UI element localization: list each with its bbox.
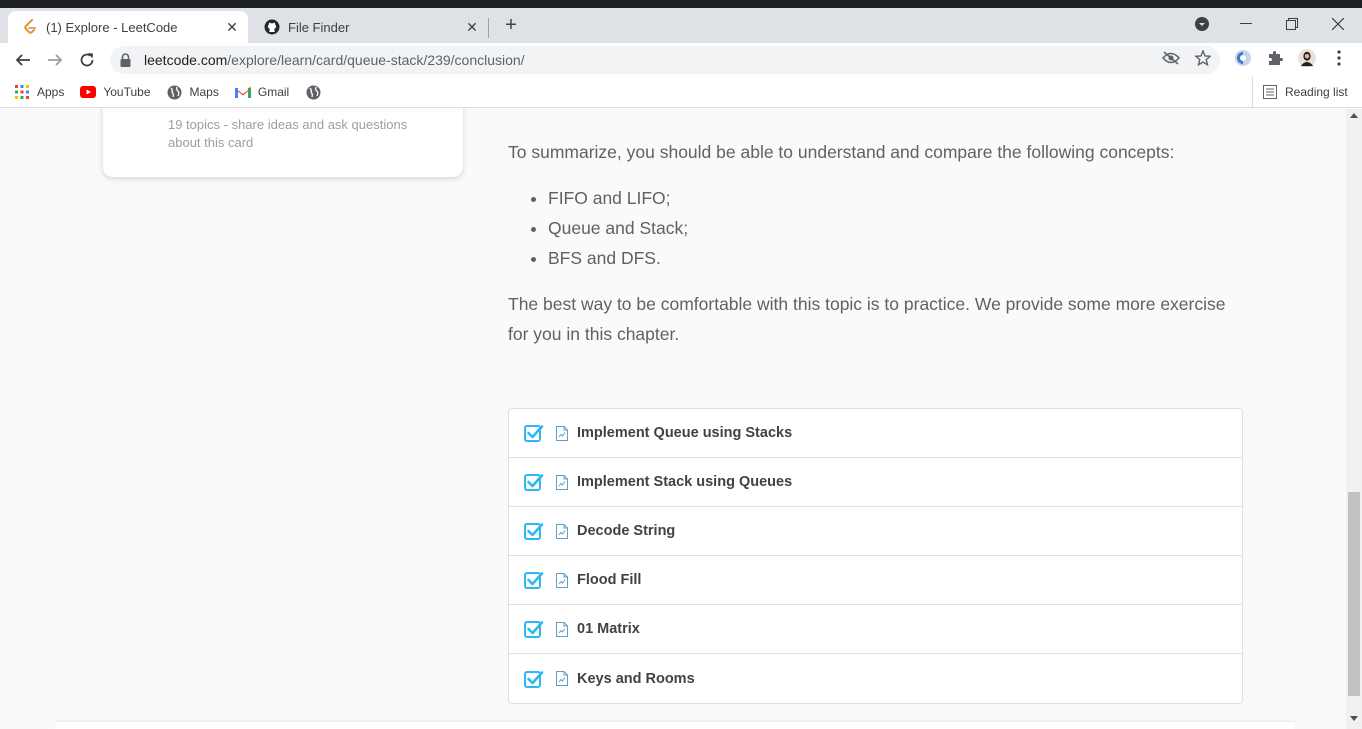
tab-title: File Finder [288,19,350,35]
problem-title: Implement Stack using Queues [577,474,793,490]
conclusion-text: To summarize, you should be able to unde… [508,137,1248,349]
problem-list: Implement Queue using Stacks Implement S… [508,408,1243,704]
document-icon [555,523,569,539]
document-icon [555,671,569,687]
footer-edge [55,722,1295,729]
page-scrollbar[interactable] [1346,109,1362,729]
problem-title: Decode String [577,523,676,539]
concept-list: FIFO and LIFO; Queue and Stack; BFS and … [548,183,1248,273]
browser-toolbar: leetcode.com/explore/learn/card/queue-st… [0,43,1362,77]
document-icon [555,621,569,637]
page-content: 19 topics - share ideas and ask question… [0,109,1346,729]
problem-title: Flood Fill [577,572,642,588]
problem-title: Keys and Rooms [577,670,695,687]
extension-icon[interactable] [1234,49,1252,67]
forward-arrow-icon[interactable] [43,48,67,72]
problem-row[interactable]: Keys and Rooms [509,654,1242,703]
list-item: Queue and Stack; [548,213,1248,243]
checked-checkbox-icon [524,521,544,541]
intro-paragraph: To summarize, you should be able to unde… [508,142,1175,162]
bookmarks-bar: Apps YouTube Maps Gmail Reading list [0,77,1362,108]
globe-icon [167,84,183,100]
tab-leetcode[interactable]: (1) Explore - LeetCode ✕ [8,11,248,43]
scrollbar-thumb[interactable] [1348,492,1360,696]
lock-icon [120,53,134,67]
scroll-down-arrow-icon[interactable] [1350,716,1358,721]
list-item: FIFO and LIFO; [548,183,1248,213]
tab-file-finder[interactable]: File Finder ✕ [250,11,488,43]
reading-list-button[interactable]: Reading list [1252,77,1348,107]
tab-title: (1) Explore - LeetCode [46,19,178,35]
apps-grid-icon [14,84,30,100]
bookmark-label: Gmail [257,85,290,99]
restore-icon[interactable] [1280,12,1304,36]
new-tab-button[interactable]: + [500,14,522,36]
address-bar[interactable]: leetcode.com/explore/learn/card/queue-st… [110,46,1220,74]
close-tab-icon[interactable]: ✕ [464,19,480,35]
problem-row[interactable]: Flood Fill [509,556,1242,605]
problem-row[interactable]: Decode String [509,507,1242,556]
list-item: BFS and DFS. [548,243,1248,273]
bookmark-globe[interactable] [305,84,328,100]
back-arrow-icon[interactable] [11,48,35,72]
eye-slash-icon[interactable] [1162,49,1180,67]
reload-icon[interactable] [75,48,99,72]
menu-kebab-icon[interactable] [1330,49,1348,67]
bookmark-youtube[interactable]: YouTube [80,84,151,100]
checked-checkbox-icon [524,570,544,590]
bookmark-label: YouTube [103,85,151,99]
problem-row[interactable]: Implement Queue using Stacks [509,409,1242,458]
tab-strip: (1) Explore - LeetCode ✕ File Finder ✕ + [0,0,1362,43]
document-icon [555,425,569,441]
close-window-icon[interactable] [1326,12,1350,36]
bookmark-gmail[interactable]: Gmail [234,84,290,100]
reading-list-label: Reading list [1285,85,1348,99]
problem-title: 01 Matrix [577,621,640,637]
minimize-icon[interactable] [1234,12,1258,36]
url-host: leetcode.com [144,52,228,68]
url-path: /explore/learn/card/queue-stack/239/conc… [227,52,525,68]
bookmark-label: Apps [37,85,65,99]
github-icon [264,19,280,35]
tab-divider [488,18,489,38]
scroll-up-arrow-icon[interactable] [1350,113,1358,118]
document-icon [555,474,569,490]
puzzle-extensions-icon[interactable] [1266,49,1284,67]
close-tab-icon[interactable]: ✕ [224,19,240,35]
reading-list-icon [1263,85,1277,99]
tab-search-icon[interactable] [1190,12,1214,36]
bookmark-label: Maps [189,85,219,99]
outro-paragraph: The best way to be comfortable with this… [508,294,1226,344]
bookmark-apps[interactable]: Apps [14,84,64,100]
discuss-card[interactable]: 19 topics - share ideas and ask question… [103,109,463,177]
profile-avatar[interactable] [1298,49,1316,67]
youtube-icon [80,84,97,100]
bookmark-maps[interactable]: Maps [167,84,219,100]
checked-checkbox-icon [524,472,544,492]
document-icon [555,572,569,588]
discuss-card-description: 19 topics - share ideas and ask question… [168,117,408,150]
gmail-icon [234,84,251,100]
checked-checkbox-icon [524,619,544,639]
bookmark-star-icon[interactable] [1194,49,1212,67]
checked-checkbox-icon [524,669,544,689]
problem-title: Implement Queue using Stacks [577,425,793,441]
leetcode-icon [22,19,38,35]
checked-checkbox-icon [524,423,544,443]
problem-row[interactable]: 01 Matrix [509,605,1242,654]
problem-row[interactable]: Implement Stack using Queues [509,458,1242,507]
globe-icon [305,84,321,100]
